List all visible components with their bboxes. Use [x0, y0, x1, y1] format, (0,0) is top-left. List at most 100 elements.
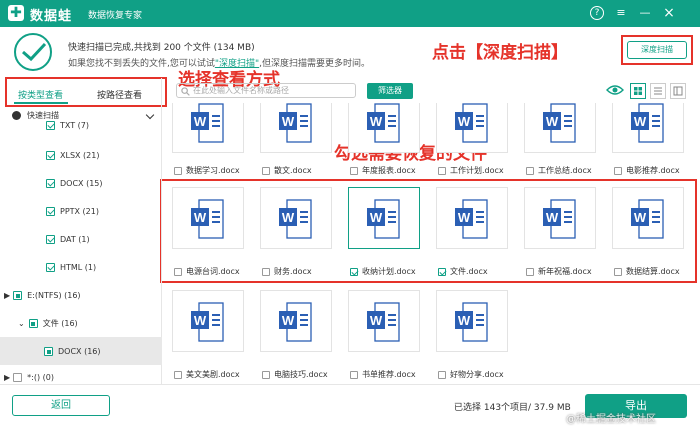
file-name[interactable]: 新年祝福.docx [526, 266, 592, 278]
file-name[interactable]: 书单推荐.docx [350, 369, 416, 381]
checkbox[interactable] [46, 151, 55, 160]
svg-text:W: W [370, 313, 383, 328]
checkbox[interactable] [526, 267, 534, 276]
checkbox[interactable] [262, 267, 270, 276]
svg-text:W: W [634, 210, 647, 225]
checkbox[interactable] [46, 235, 55, 244]
search-input[interactable]: 在此处输入文件名称或路径 [176, 83, 356, 98]
help-icon[interactable]: ? [590, 6, 604, 20]
word-doc-icon: W [455, 199, 488, 239]
checkbox[interactable] [262, 370, 270, 379]
file-tile[interactable]: W [524, 187, 596, 249]
checkbox[interactable] [46, 121, 55, 130]
checkbox[interactable] [350, 166, 358, 175]
file-tile[interactable]: W [612, 103, 684, 153]
minimize-icon[interactable]: — [638, 6, 652, 20]
file-name[interactable]: 数据结算.docx [614, 266, 680, 278]
checkbox[interactable] [46, 207, 55, 216]
tree-item-folder[interactable]: ⌄ 文件 (16) [18, 316, 78, 332]
checkbox[interactable] [174, 370, 182, 379]
file-name[interactable]: 财务.docx [262, 266, 312, 278]
tab-by-path[interactable]: 按路径查看 [97, 88, 142, 101]
file-tile[interactable]: W [260, 290, 332, 352]
file-tile[interactable]: W [260, 187, 332, 249]
svg-text:W: W [458, 114, 471, 129]
tree-item-html[interactable]: HTML (1) [46, 260, 96, 276]
filter-button[interactable]: 筛选器 [367, 83, 413, 99]
file-tile[interactable]: W [436, 187, 508, 249]
close-icon[interactable]: × [662, 6, 676, 20]
checkbox[interactable] [46, 179, 55, 188]
file-name[interactable]: 电脑技巧.docx [262, 369, 328, 381]
detail-view-icon[interactable] [670, 83, 686, 99]
back-button[interactable]: 返回 [12, 395, 110, 416]
list-view-icon[interactable] [650, 83, 666, 99]
file-name[interactable]: 电影推荐.docx [614, 165, 680, 177]
menu-icon[interactable]: ≡ [614, 6, 628, 20]
preview-eye-icon[interactable] [606, 84, 624, 96]
checkbox[interactable] [28, 319, 38, 328]
file-tile[interactable]: W [348, 103, 420, 153]
tab-by-type[interactable]: 按类型查看 [18, 88, 63, 101]
file-name[interactable]: 散文.docx [262, 165, 312, 177]
file-label: 数据学习.docx [186, 166, 240, 175]
checkbox[interactable] [438, 166, 446, 175]
checkbox[interactable] [526, 166, 534, 175]
file-name[interactable]: 电源台词.docx [174, 266, 240, 278]
expand-icon[interactable]: ▶ [4, 291, 10, 300]
chevron-down-icon[interactable]: ⌄ [18, 319, 25, 328]
file-name[interactable]: 工作计划.docx [438, 165, 504, 177]
expand-icon[interactable]: ▶ [4, 373, 10, 382]
checkbox[interactable] [350, 370, 358, 379]
tree-item-xlsx[interactable]: XLSX (21) [46, 148, 99, 164]
file-tile[interactable]: W [436, 103, 508, 153]
tree-item-docx[interactable]: DOCX (15) [46, 176, 103, 192]
tree-item-txt[interactable]: TXT (7) [46, 121, 89, 131]
app-logo-icon: ✚ [8, 5, 24, 21]
checkbox[interactable] [174, 166, 182, 175]
tree-item-drive-e[interactable]: ▶ E:(NTFS) (16) [4, 288, 81, 304]
checkbox[interactable] [614, 166, 622, 175]
checkbox[interactable] [46, 263, 55, 272]
file-name[interactable]: 数据学习.docx [174, 165, 240, 177]
file-tile[interactable]: W [524, 103, 596, 153]
file-label: 工作计划.docx [450, 166, 504, 175]
search-placeholder: 在此处输入文件名称或路径 [193, 86, 289, 95]
file-tile[interactable]: W [260, 103, 332, 153]
file-name[interactable]: 年度报表.docx [350, 165, 416, 177]
checkbox[interactable] [350, 267, 358, 276]
word-doc-icon: W [191, 199, 224, 239]
tree-item-label: PPTX (21) [60, 207, 99, 216]
file-tile[interactable]: W [172, 187, 244, 249]
checkbox[interactable] [174, 267, 182, 276]
checkbox[interactable] [438, 370, 446, 379]
checkbox[interactable] [13, 291, 23, 300]
file-tile-highlighted[interactable]: W [348, 187, 420, 249]
checkbox[interactable] [438, 267, 446, 276]
file-name[interactable]: 工作总结.docx [526, 165, 592, 177]
tree-item-docx-folder[interactable]: DOCX (16) [44, 344, 101, 360]
checkbox[interactable] [614, 267, 622, 276]
file-name[interactable]: 好物分享.docx [438, 369, 504, 381]
checkbox[interactable] [13, 373, 23, 382]
file-label: 数据结算.docx [626, 267, 680, 276]
file-name[interactable]: 美文美剧.docx [174, 369, 240, 381]
checkbox[interactable] [262, 166, 270, 175]
file-tile[interactable]: W [172, 290, 244, 352]
grid-view-icon[interactable] [630, 83, 646, 99]
file-label: 电脑技巧.docx [274, 370, 328, 379]
file-tile[interactable]: W [436, 290, 508, 352]
scan-result-text: 快速扫描已完成,共找到 200 个文件 (134 MB) [68, 43, 255, 53]
file-tile[interactable]: W [348, 290, 420, 352]
svg-text:W: W [194, 313, 207, 328]
checkbox[interactable] [44, 347, 53, 356]
file-name[interactable]: 文件.docx [438, 266, 488, 278]
file-label: 电源台词.docx [186, 267, 240, 276]
file-tile[interactable]: W [172, 103, 244, 153]
tree-item-dat[interactable]: DAT (1) [46, 232, 90, 248]
tree-item-pptx[interactable]: PPTX (21) [46, 204, 99, 220]
tree-item-unknown[interactable]: ▶ *:() (0) [4, 372, 54, 384]
file-tile[interactable]: W [612, 187, 684, 249]
radio-icon[interactable] [12, 111, 21, 120]
file-name[interactable]: 收纳计划.docx [350, 266, 416, 278]
